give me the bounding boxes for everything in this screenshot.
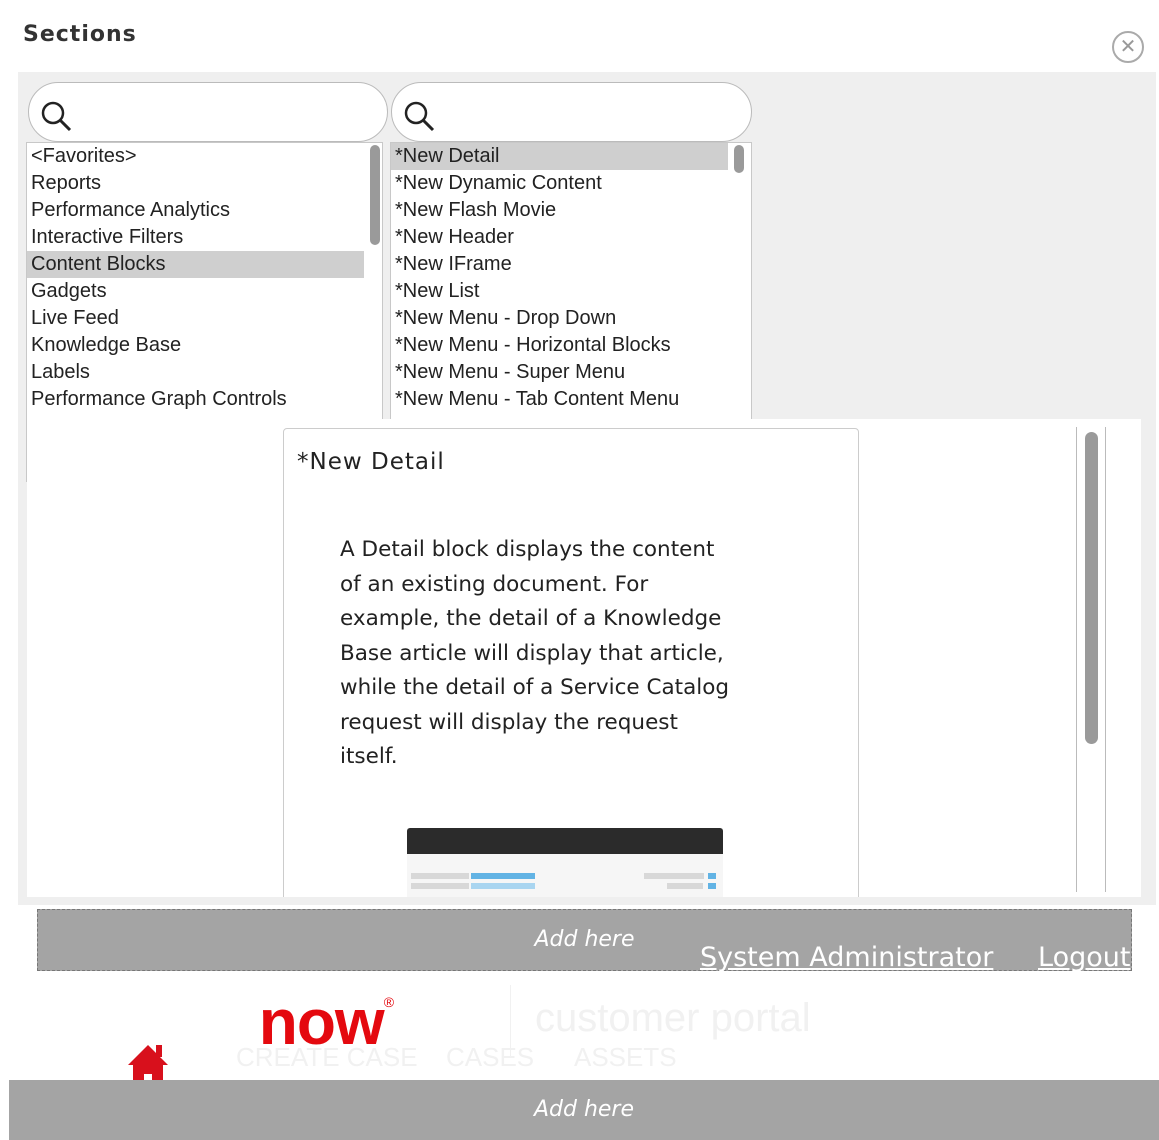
category-item[interactable]: Reports xyxy=(27,170,364,197)
thumbnail-cell xyxy=(411,873,469,879)
category-search-box[interactable] xyxy=(28,82,388,142)
category-search-input[interactable] xyxy=(81,95,341,131)
close-icon[interactable]: ✕ xyxy=(1112,31,1144,63)
widget-item[interactable]: *New Menu - Drop Down xyxy=(391,305,728,332)
widget-search-input[interactable] xyxy=(444,95,704,131)
user-name-link[interactable]: System Administrator xyxy=(700,942,993,973)
search-icon xyxy=(404,101,435,132)
logout-link[interactable]: Logout xyxy=(1038,942,1130,973)
category-item-selected[interactable]: Content Blocks xyxy=(27,251,364,278)
thumbnail-cell xyxy=(708,873,716,879)
widget-item[interactable]: *New Menu - Horizontal Blocks xyxy=(391,332,728,359)
nav-assets[interactable]: ASSETS xyxy=(574,1042,677,1073)
thumbnail-header-bar xyxy=(407,828,723,854)
category-item[interactable]: Labels xyxy=(27,359,364,386)
category-item[interactable]: Gadgets xyxy=(27,278,364,305)
preview-scrollbar-thumb[interactable] xyxy=(1085,432,1098,744)
preview-thumbnail xyxy=(407,828,723,897)
widget-item[interactable]: *New Header xyxy=(391,224,728,251)
dialog-title: Sections xyxy=(23,22,137,47)
widget-preview-area: *New Detail A Detail block displays the … xyxy=(27,419,1141,897)
widget-item[interactable]: *New Dynamic Content xyxy=(391,170,728,197)
logo-registered-mark: ® xyxy=(383,994,394,1010)
widget-item[interactable]: *New Menu - Tab Content Menu xyxy=(391,386,728,413)
widget-item[interactable]: *New List xyxy=(391,278,728,305)
portal-name: customer portal xyxy=(535,996,811,1040)
nav-cases[interactable]: CASES xyxy=(446,1042,534,1073)
preview-scrollbar[interactable] xyxy=(1076,427,1106,892)
widget-list-items: *New Detail *New Dynamic Content *New Fl… xyxy=(391,143,728,413)
thumbnail-cell xyxy=(708,883,716,889)
widget-item[interactable]: *New IFrame xyxy=(391,251,728,278)
thumbnail-cell xyxy=(667,883,703,889)
widget-item[interactable]: *New Flash Movie xyxy=(391,197,728,224)
nav-create-case[interactable]: CREATE CASE xyxy=(236,1042,418,1073)
category-list-scrollbar[interactable] xyxy=(370,145,380,245)
category-item[interactable]: Live Feed xyxy=(27,305,364,332)
category-item[interactable]: Performance Analytics xyxy=(27,197,364,224)
category-item[interactable]: Interactive Filters xyxy=(27,224,364,251)
widget-item[interactable]: *New Menu - Super Menu xyxy=(391,359,728,386)
thumbnail-cell xyxy=(644,873,704,879)
thumbnail-cell xyxy=(471,883,535,889)
widget-item-selected[interactable]: *New Detail xyxy=(391,143,728,170)
preview-description: A Detail block displays the content of a… xyxy=(340,537,730,769)
widget-list-scrollbar[interactable] xyxy=(734,145,744,173)
category-item[interactable]: Knowledge Base xyxy=(27,332,364,359)
category-item[interactable]: Performance Graph Controls xyxy=(27,386,364,413)
search-icon xyxy=(41,101,72,132)
widget-preview-card[interactable]: *New Detail A Detail block displays the … xyxy=(283,428,859,897)
preview-title: *New Detail xyxy=(297,449,445,475)
category-list-items: <Favorites> Reports Performance Analytic… xyxy=(27,143,364,413)
thumbnail-cell xyxy=(471,873,535,879)
add-here-dropzone-bottom[interactable]: Add here xyxy=(9,1080,1159,1140)
category-item[interactable]: <Favorites> xyxy=(27,143,364,170)
thumbnail-cell xyxy=(411,883,469,889)
widget-search-box[interactable] xyxy=(391,82,752,142)
